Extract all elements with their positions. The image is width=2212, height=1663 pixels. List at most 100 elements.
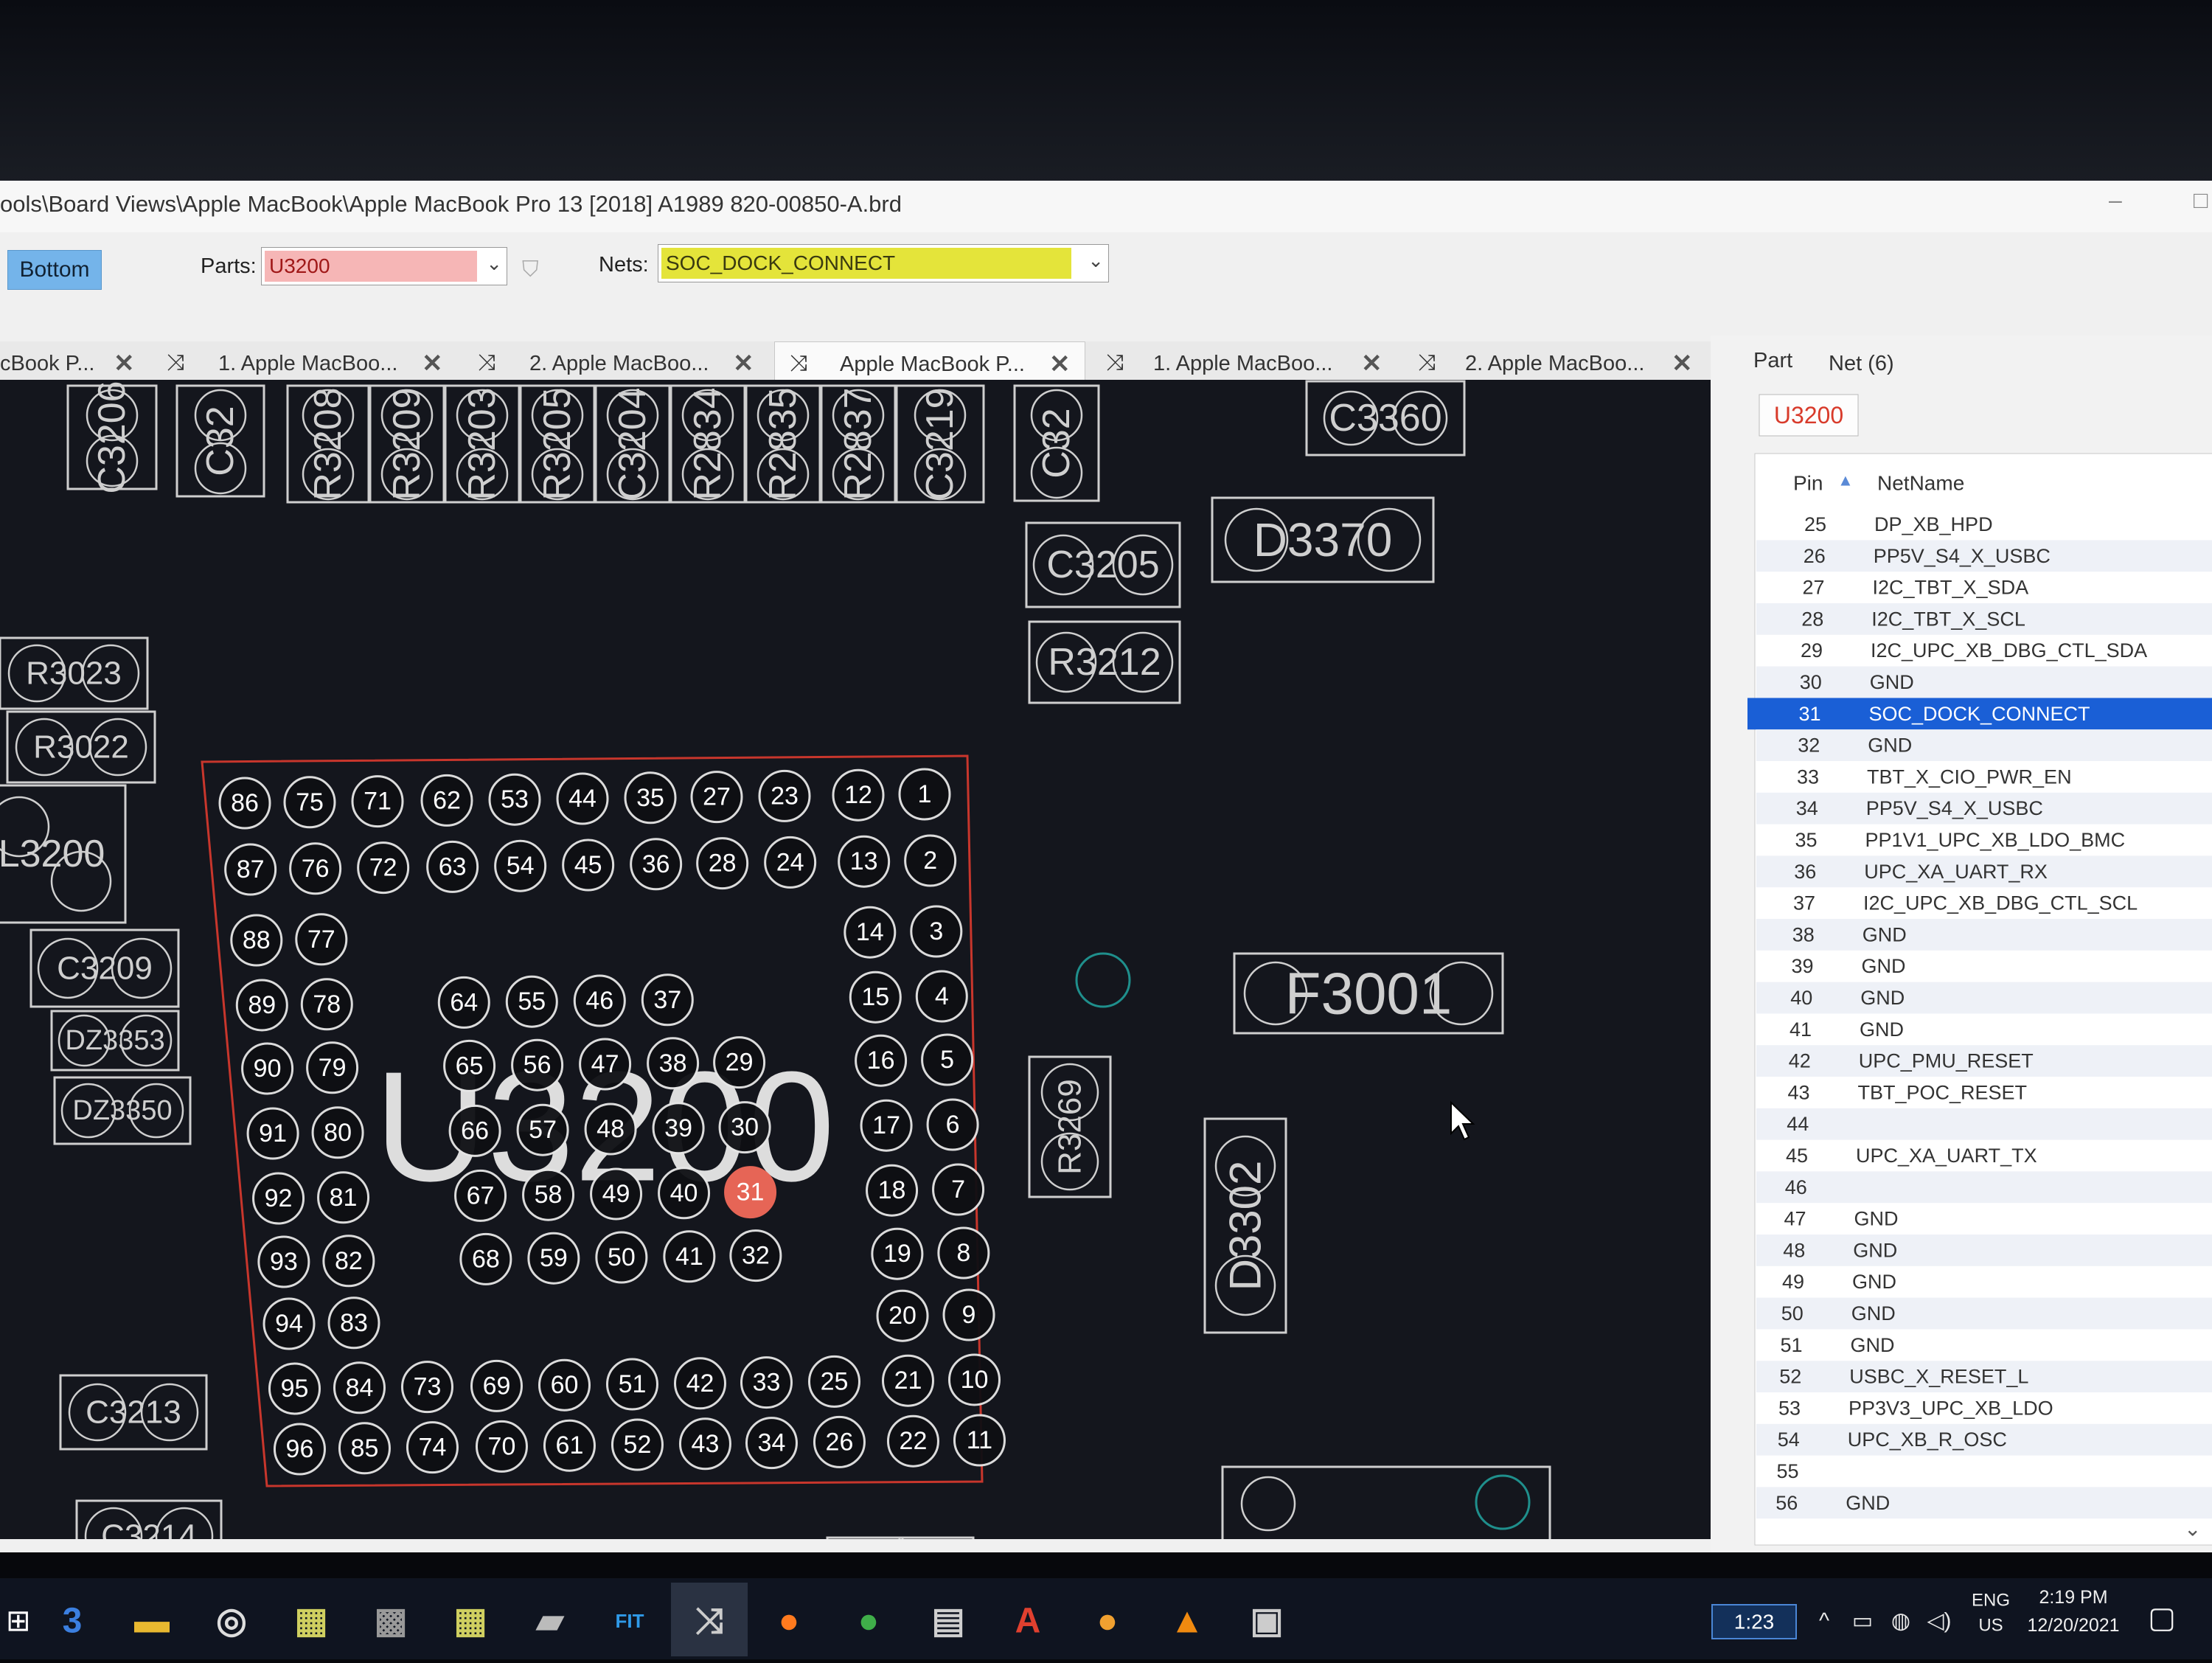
- board-drawing[interactable]: C3206 C32 R3208 R3209 R3203 R3205 C3204 R2834 R2…: [0, 380, 1720, 1539]
- ball-icon[interactable]: ●: [1097, 1602, 1119, 1641]
- pin-row[interactable]: 52 USBC_X_RESET_L: [1756, 1361, 2212, 1392]
- firefox-icon[interactable]: ●: [779, 1602, 800, 1641]
- windows-icon[interactable]: ⊞: [6, 1605, 31, 1637]
- tab-doc-4[interactable]: ⤨ 1. Apple MacBoo... ✕: [1091, 341, 1397, 384]
- pin-64[interactable]: 64: [437, 976, 490, 1029]
- pin-17[interactable]: 17: [860, 1099, 913, 1152]
- pin-row[interactable]: 46: [1756, 1171, 2212, 1204]
- pin-79[interactable]: 79: [306, 1041, 359, 1094]
- part-c3206[interactable]: C3206: [66, 381, 158, 494]
- part-r2837[interactable]: R2837: [820, 384, 897, 504]
- pin-row[interactable]: 54 UPC_XB_R_OSC: [1756, 1423, 2212, 1456]
- part-dz3353[interactable]: DZ3353: [50, 1010, 180, 1072]
- pin-63[interactable]: 63: [426, 840, 479, 893]
- fit-icon[interactable]: FIT: [616, 1610, 644, 1632]
- pin-62[interactable]: 62: [420, 774, 473, 827]
- part-q3200[interactable]: Q3200: [1221, 1465, 1551, 1539]
- pin-8[interactable]: 8: [937, 1226, 990, 1280]
- pin-48[interactable]: 48: [584, 1103, 637, 1156]
- board-canvas[interactable]: C3206 C32 R3208 R3209 R3203 R3205 C3204 R2834 R2…: [0, 380, 1720, 1539]
- pin-61[interactable]: 61: [543, 1419, 596, 1472]
- part-c3209[interactable]: C3209: [29, 928, 180, 1008]
- pin-40[interactable]: 40: [658, 1167, 711, 1220]
- pin-row[interactable]: 40 GND: [1756, 982, 2212, 1014]
- pin-13[interactable]: 13: [838, 835, 891, 888]
- pin-row[interactable]: 30 GND: [1756, 666, 2212, 698]
- pin-74[interactable]: 74: [406, 1421, 459, 1474]
- col-pin-header[interactable]: Pin: [1793, 472, 1823, 495]
- pin-3[interactable]: 3: [910, 905, 963, 958]
- chip-tool-4-icon[interactable]: ▰: [535, 1602, 566, 1641]
- pin-88[interactable]: 88: [230, 914, 283, 967]
- tab-doc-5[interactable]: ⤨ 2. Apple MacBoo... ✕: [1405, 341, 1714, 384]
- taskview-icon[interactable]: 3: [63, 1602, 83, 1641]
- pin-53[interactable]: 53: [488, 773, 541, 826]
- pin-42[interactable]: 42: [673, 1357, 726, 1410]
- net-via-marker[interactable]: [1075, 952, 1131, 1008]
- chip-tool-3-icon[interactable]: ▦: [453, 1602, 487, 1641]
- pin-28[interactable]: 28: [696, 837, 749, 890]
- pin-row[interactable]: 32 GND: [1756, 729, 2212, 761]
- pin-94[interactable]: 94: [262, 1297, 316, 1350]
- part-d3302[interactable]: D3302: [1203, 1117, 1287, 1334]
- pdf-icon[interactable]: A: [1015, 1602, 1041, 1641]
- pin-5[interactable]: 5: [921, 1033, 974, 1086]
- pin-row[interactable]: 44: [1756, 1108, 2212, 1140]
- file-explorer-icon[interactable]: ▬: [134, 1602, 170, 1641]
- minimize-icon[interactable]: –: [2109, 187, 2122, 214]
- pin-89[interactable]: 89: [235, 979, 288, 1032]
- pin-15[interactable]: 15: [849, 971, 902, 1024]
- pin-56[interactable]: 56: [511, 1038, 564, 1091]
- pin-51[interactable]: 51: [605, 1358, 658, 1411]
- lang-bottom[interactable]: US: [1978, 1616, 2003, 1636]
- pin-9[interactable]: 9: [942, 1288, 995, 1341]
- pin-78[interactable]: 78: [300, 978, 353, 1031]
- pin-95[interactable]: 95: [268, 1362, 321, 1415]
- chevron-down-icon[interactable]: ⌄: [1088, 249, 1104, 272]
- pin-49[interactable]: 49: [590, 1167, 643, 1221]
- boardviewer-icon[interactable]: ⤨: [671, 1583, 748, 1656]
- tab-part[interactable]: Part: [1753, 349, 1792, 372]
- pin-38[interactable]: 38: [647, 1037, 700, 1090]
- pin-26[interactable]: 26: [813, 1415, 866, 1468]
- pin-22[interactable]: 22: [886, 1414, 939, 1468]
- pin-row[interactable]: 55: [1776, 1460, 1798, 1482]
- pin-23[interactable]: 23: [758, 769, 811, 822]
- part-r3209[interactable]: R3209: [369, 384, 445, 504]
- tab-doc-2[interactable]: ⤨ 2. Apple MacBoo... ✕: [463, 341, 767, 384]
- filter-icon[interactable]: ⛉: [522, 257, 539, 282]
- part-d3370[interactable]: D3370: [1211, 496, 1435, 583]
- part-r3205[interactable]: R3205: [519, 384, 596, 504]
- pin-34[interactable]: 34: [745, 1417, 798, 1470]
- close-icon[interactable]: ✕: [1049, 350, 1071, 379]
- pin-16[interactable]: 16: [855, 1034, 908, 1087]
- pin-11[interactable]: 11: [953, 1414, 1006, 1467]
- pin-41[interactable]: 41: [663, 1230, 716, 1283]
- pin-75[interactable]: 75: [283, 776, 336, 829]
- part-r2835[interactable]: R2835: [745, 384, 821, 504]
- clock-time[interactable]: 2:19 PM: [2039, 1587, 2107, 1608]
- pin-93[interactable]: 93: [257, 1235, 310, 1288]
- pin-table[interactable]: Part Net (6) U3200 Pin ▲ NetName 25 DP_XB_HPD 26…: [1711, 336, 2212, 1552]
- volume-icon[interactable]: ◁): [1927, 1609, 1951, 1634]
- part-c3219[interactable]: C3219: [895, 384, 985, 504]
- pin-52[interactable]: 52: [611, 1418, 664, 1471]
- col-netname-header[interactable]: NetName: [1877, 472, 1964, 495]
- close-icon[interactable]: ✕: [1361, 349, 1382, 378]
- parts-combo[interactable]: U3200 ⌄: [261, 247, 507, 285]
- pin-90[interactable]: 90: [241, 1042, 294, 1095]
- pin-73[interactable]: 73: [400, 1361, 453, 1414]
- printer-icon[interactable]: ▤: [931, 1602, 964, 1641]
- sort-asc-icon[interactable]: ▲: [1837, 471, 1854, 490]
- pin-10[interactable]: 10: [947, 1353, 1001, 1406]
- pin-row[interactable]: 48 GND: [1756, 1235, 2212, 1266]
- pin-58[interactable]: 58: [522, 1168, 575, 1221]
- pin-2[interactable]: 2: [904, 834, 957, 887]
- part-c3511[interactable]: C3511: [826, 1536, 904, 1539]
- pin-46[interactable]: 46: [573, 974, 626, 1027]
- part-f3001[interactable]: F3001: [1233, 952, 1504, 1035]
- pin-84[interactable]: 84: [333, 1361, 386, 1414]
- pin-4[interactable]: 4: [915, 970, 968, 1023]
- close-icon[interactable]: ✕: [1672, 349, 1693, 378]
- vlc-icon[interactable]: ▲: [1169, 1602, 1205, 1641]
